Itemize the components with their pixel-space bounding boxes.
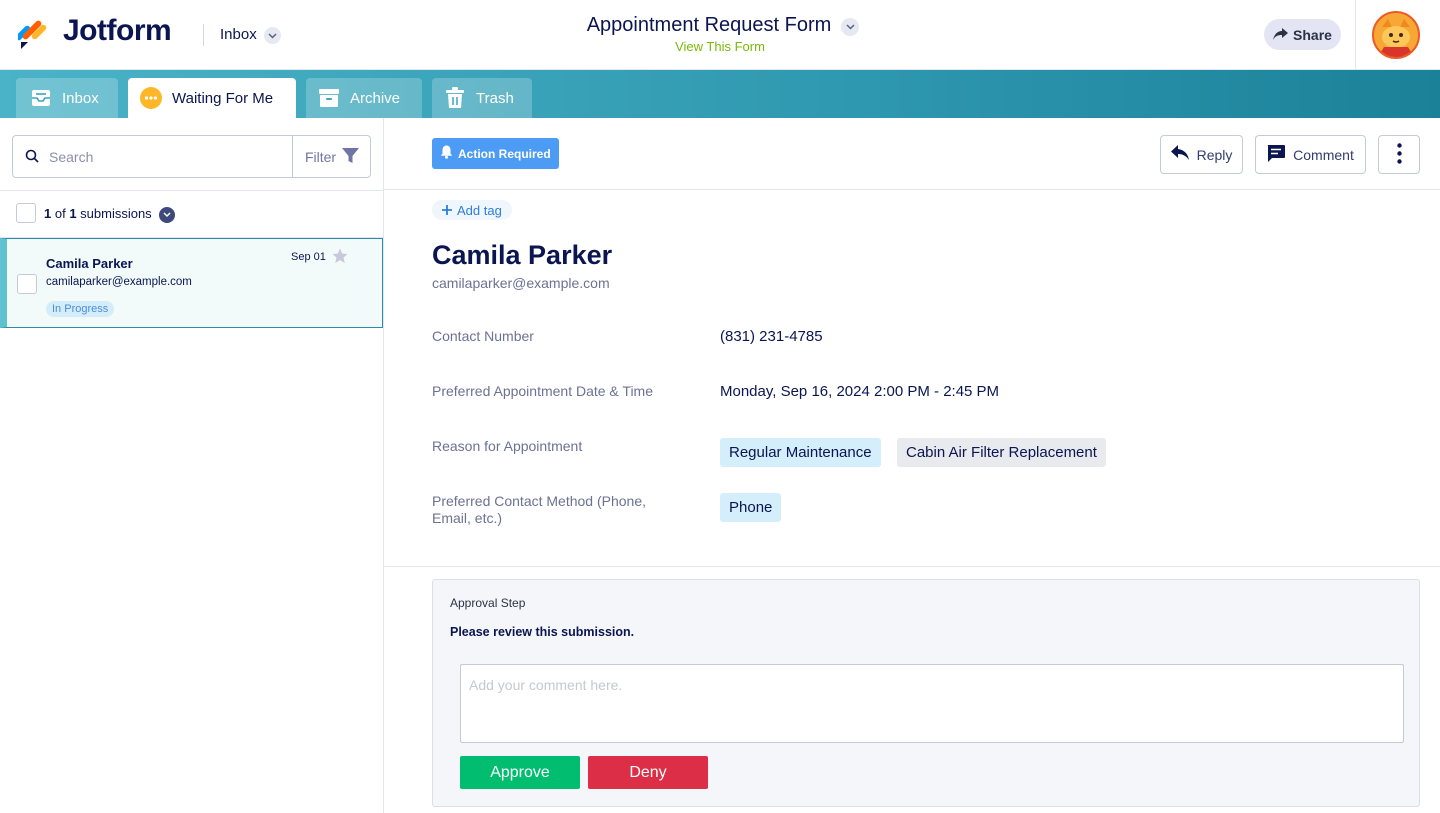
count-suffix: submissions	[76, 206, 152, 221]
share-label: Share	[1293, 26, 1332, 43]
form-title-wrap: Appointment Request Form	[0, 14, 1440, 37]
share-icon	[1273, 27, 1289, 43]
search-box: Filter	[12, 135, 371, 178]
submission-name: Camila Parker	[46, 256, 133, 271]
section-divider	[384, 566, 1440, 567]
field-value-contact-number: (831) 231-4785	[720, 328, 823, 345]
search-icon	[25, 149, 39, 168]
submission-date: Sep 01	[291, 251, 326, 263]
share-button[interactable]: Share	[1264, 19, 1341, 50]
tab-inbox[interactable]: Inbox	[16, 78, 118, 118]
approval-comment-field[interactable]	[460, 664, 1404, 743]
select-all-checkbox[interactable]	[16, 203, 36, 223]
inbox-tab-bar: Inbox Waiting For Me Archive Trash	[0, 70, 1440, 118]
user-avatar[interactable]	[1372, 11, 1420, 59]
tab-label: Archive	[350, 89, 401, 107]
comment-button[interactable]: Comment	[1255, 135, 1366, 174]
tab-label: Inbox	[62, 89, 99, 107]
tab-archive[interactable]: Archive	[306, 78, 422, 118]
count-of: of	[51, 206, 70, 221]
reason-chip: Regular Maintenance	[720, 438, 881, 467]
plus-icon	[442, 203, 452, 218]
approve-button[interactable]: Approve	[460, 756, 580, 789]
header-divider	[1355, 0, 1356, 70]
more-options-button[interactable]	[1378, 135, 1420, 174]
tab-waiting-for-me[interactable]: Waiting For Me	[128, 78, 296, 118]
top-header: Jotform Inbox Appointment Request Form V…	[0, 0, 1440, 70]
deny-button[interactable]: Deny	[588, 756, 708, 789]
submission-email: camilaparker@example.com	[46, 276, 192, 288]
reply-icon	[1170, 145, 1189, 164]
comment-label: Comment	[1293, 146, 1354, 163]
reply-label: Reply	[1196, 146, 1233, 163]
trash-icon	[444, 87, 466, 109]
chevron-down-icon[interactable]	[841, 18, 859, 36]
list-item[interactable]: Camila Parker camilaparker@example.com I…	[0, 238, 383, 328]
search-input[interactable]	[49, 136, 289, 177]
submission-detail: Action Required Reply Comment Add tag Ca…	[384, 118, 1440, 813]
submitter-name: Camila Parker	[432, 240, 613, 270]
bell-icon	[440, 145, 453, 162]
submissions-list-header: 1 of 1 submissions	[0, 190, 383, 238]
reason-chip: Cabin Air Filter Replacement	[897, 438, 1106, 467]
action-required-label: Action Required	[458, 146, 551, 161]
inbox-icon	[30, 87, 52, 109]
approval-message: Please review this submission.	[450, 625, 635, 639]
submissions-sidebar: Filter 1 of 1 submissions Camila Parker …	[0, 118, 384, 813]
add-tag-button[interactable]: Add tag	[432, 200, 512, 220]
field-label-appointment-datetime: Preferred Appointment Date & Time	[432, 383, 653, 399]
field-label-reason: Reason for Appointment	[432, 438, 583, 454]
waiting-icon	[140, 87, 162, 109]
status-badge: In Progress	[46, 301, 115, 317]
add-tag-label: Add tag	[457, 202, 502, 218]
approval-step-title: Approval Step	[450, 596, 526, 610]
star-icon[interactable]	[332, 248, 348, 269]
view-form-link[interactable]: View This Form	[0, 39, 1440, 54]
field-value-appointment-datetime: Monday, Sep 16, 2024 2:00 PM - 2:45 PM	[720, 383, 1000, 400]
filter-icon	[342, 147, 360, 167]
submission-count: 1 of 1 submissions	[44, 206, 152, 221]
tab-trash[interactable]: Trash	[432, 78, 532, 118]
field-label-contact-number: Contact Number	[432, 328, 534, 344]
count-total: 1	[69, 206, 77, 221]
field-label-contact-method: Preferred Contact Method (Phone, Email, …	[432, 493, 647, 526]
tab-label: Waiting For Me	[172, 89, 274, 107]
approval-step-panel: Approval Step Please review this submiss…	[432, 579, 1420, 807]
detail-toolbar: Action Required Reply Comment	[384, 118, 1440, 190]
filter-label: Filter	[304, 148, 337, 165]
submitter-email: camilaparker@example.com	[432, 275, 610, 291]
more-vertical-icon	[1396, 142, 1402, 167]
form-title[interactable]: Appointment Request Form	[587, 14, 832, 37]
comment-icon	[1267, 144, 1286, 165]
submission-checkbox[interactable]	[17, 274, 37, 294]
filter-button[interactable]: Filter	[292, 136, 371, 177]
action-required-badge: Action Required	[432, 138, 559, 169]
archive-icon	[318, 87, 340, 109]
contact-method-chip: Phone	[720, 493, 782, 522]
tab-label: Trash	[476, 89, 514, 107]
reply-button[interactable]: Reply	[1160, 135, 1243, 174]
chevron-down-icon[interactable]	[159, 207, 175, 223]
